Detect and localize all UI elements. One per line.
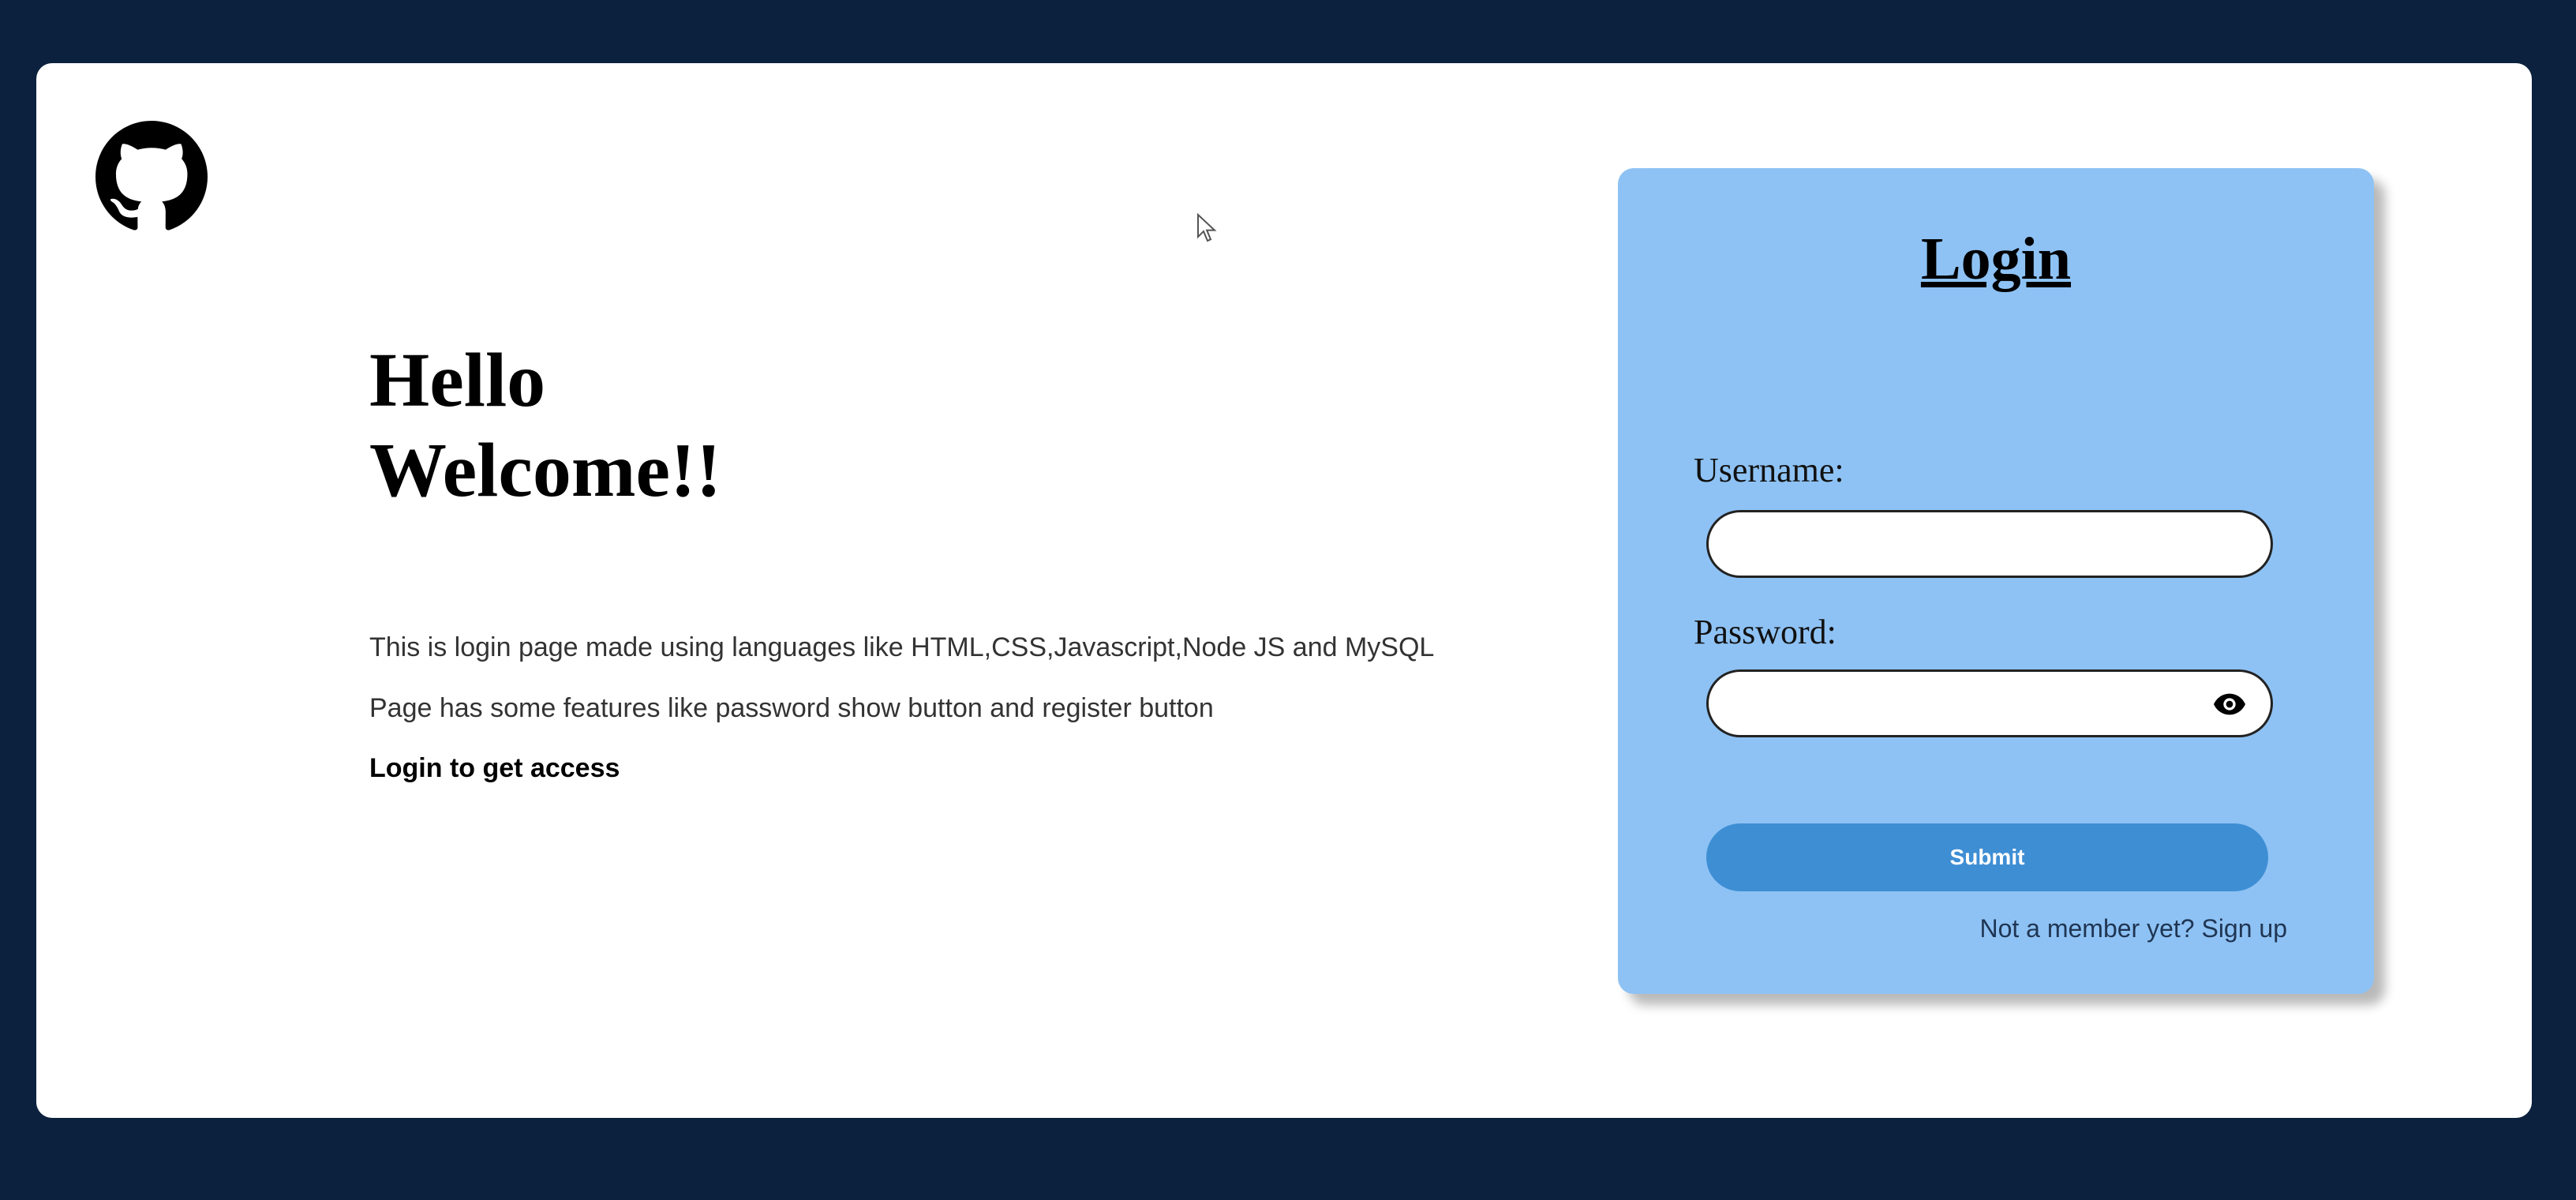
github-icon[interactable] <box>95 121 208 233</box>
eye-icon[interactable] <box>2214 692 2245 716</box>
description-line-access: Login to get access <box>369 753 620 783</box>
hero: Hello Welcome!! <box>369 336 721 516</box>
description-line-languages: This is login page made using languages … <box>369 632 1435 662</box>
main-card: Hello Welcome!! This is login page made … <box>36 63 2532 1118</box>
hero-title: Hello Welcome!! <box>369 336 721 516</box>
mouse-cursor-icon <box>1196 212 1219 245</box>
hero-line-hello: Hello <box>369 338 546 423</box>
username-field[interactable] <box>1706 510 2273 578</box>
hero-line-welcome: Welcome!! <box>369 428 722 513</box>
password-field[interactable] <box>1706 669 2273 737</box>
signup-link[interactable]: Not a member yet? Sign up <box>1979 914 2287 943</box>
description-line-features: Page has some features like password sho… <box>369 693 1214 723</box>
username-input[interactable] <box>1732 520 2209 569</box>
submit-button[interactable]: Submit <box>1706 823 2268 891</box>
login-panel: Login Username: Password: Submit Not a m… <box>1618 168 2374 994</box>
username-label: Username: <box>1694 451 1844 489</box>
login-title: Login <box>1920 226 2072 292</box>
password-input[interactable] <box>1732 680 2209 729</box>
password-label: Password: <box>1694 613 1837 651</box>
